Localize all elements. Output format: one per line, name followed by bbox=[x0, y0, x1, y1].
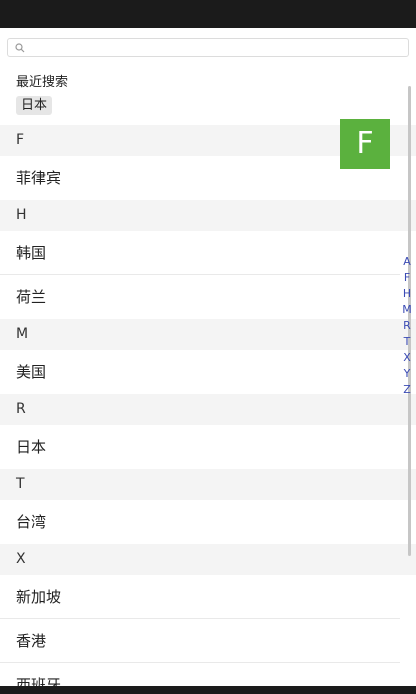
alphabet-index-bar[interactable]: AFHMRTXYZ bbox=[400, 254, 414, 398]
list-item[interactable]: 荷兰 bbox=[0, 275, 416, 319]
section-header: M bbox=[0, 319, 416, 350]
index-letter[interactable]: H bbox=[403, 286, 411, 302]
section-header: R bbox=[0, 394, 416, 425]
recent-search-title: 最近搜索 bbox=[16, 75, 69, 90]
country-list: F 菲律宾 H 韩国 荷兰 M 美国 R 日本 T 台湾 X 新加坡 香港 西班牙 bbox=[0, 125, 416, 694]
index-letter[interactable]: X bbox=[403, 350, 411, 366]
list-item[interactable]: 台湾 bbox=[0, 500, 416, 544]
list-item[interactable]: 新加坡 bbox=[0, 575, 400, 619]
section-header: H bbox=[0, 200, 416, 231]
list-item[interactable]: 韩国 bbox=[0, 231, 400, 275]
index-letter[interactable]: Y bbox=[404, 366, 411, 382]
recent-search-tag[interactable]: 日本 bbox=[16, 96, 53, 115]
search-input[interactable] bbox=[28, 39, 408, 56]
section-header: T bbox=[0, 469, 416, 500]
list-item[interactable]: 香港 bbox=[0, 619, 400, 663]
search-box[interactable] bbox=[7, 38, 409, 57]
index-letter[interactable]: Z bbox=[403, 382, 411, 398]
index-letter[interactable]: M bbox=[402, 302, 412, 318]
section-header: X bbox=[0, 544, 416, 575]
status-bar bbox=[0, 0, 416, 28]
index-letter[interactable]: A bbox=[403, 254, 411, 270]
list-item[interactable]: 美国 bbox=[0, 350, 416, 394]
bottom-bar bbox=[0, 686, 416, 694]
index-letter[interactable]: T bbox=[404, 334, 411, 350]
search-icon bbox=[12, 40, 28, 56]
index-letter[interactable]: R bbox=[403, 318, 411, 334]
index-letter[interactable]: F bbox=[404, 270, 410, 286]
list-item[interactable]: 日本 bbox=[0, 425, 416, 469]
current-letter-indicator: F bbox=[340, 119, 390, 169]
